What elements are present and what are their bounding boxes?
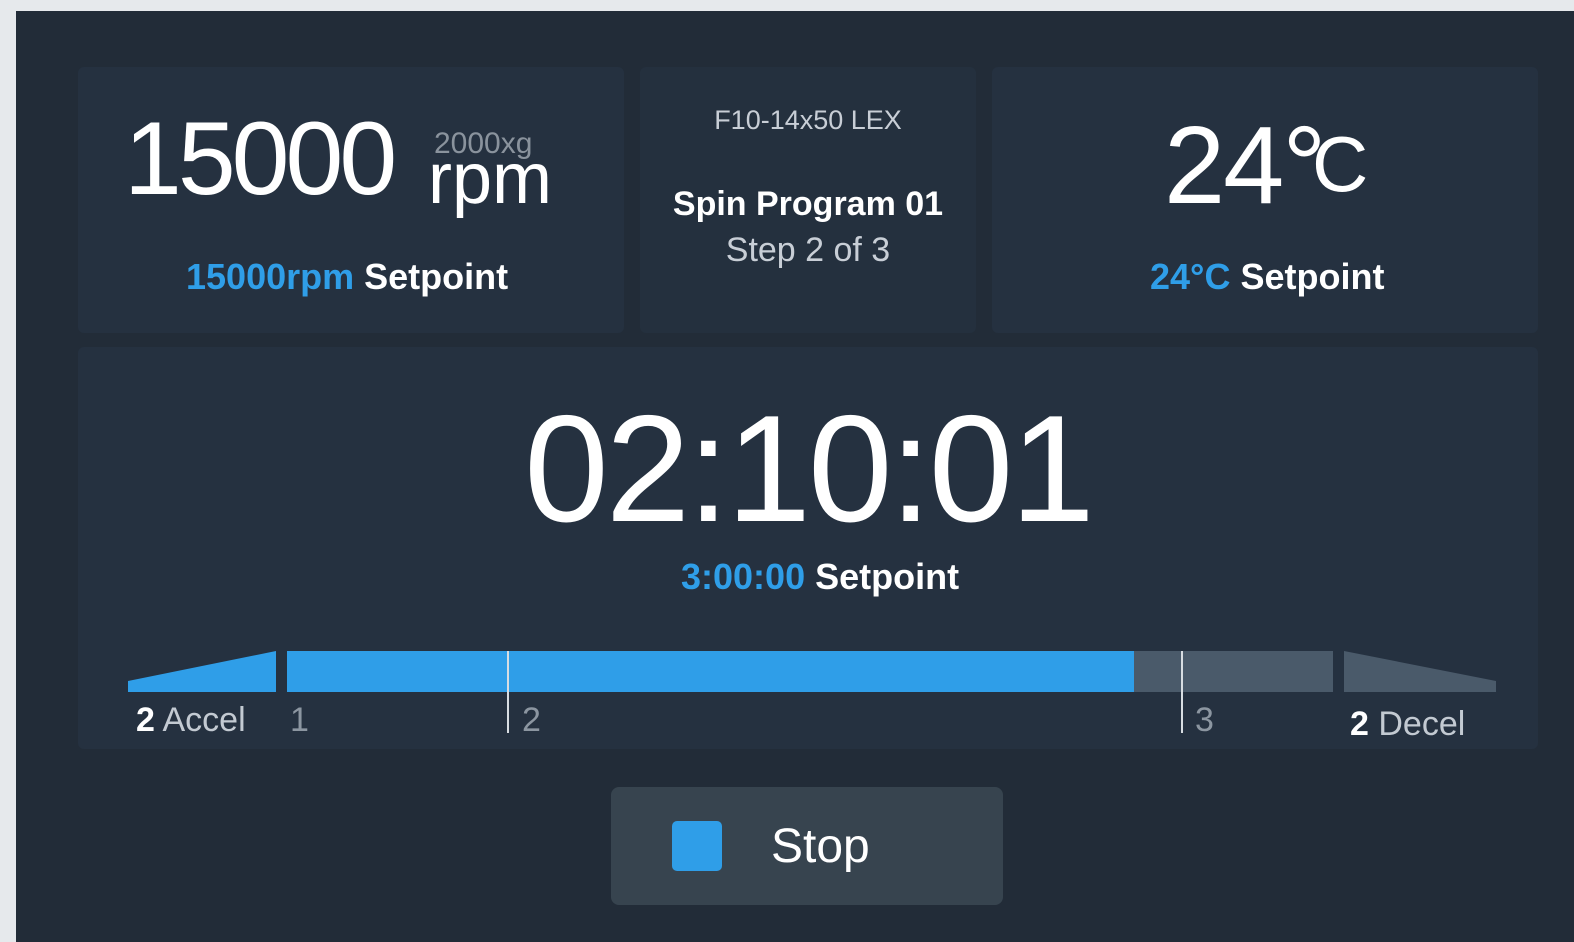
speed-panel[interactable]: 15000 2000xg rpm 15000rpm Setpoint [78, 67, 624, 333]
step-label-1: 1 [290, 701, 309, 739]
temperature-setpoint-label: Setpoint [1240, 256, 1385, 297]
accel-text: Accel [162, 701, 246, 739]
centrifuge-screen: 15000 2000xg rpm 15000rpm Setpoint F10-1… [16, 11, 1574, 942]
program-name: Spin Program 01 [672, 185, 944, 223]
step-label-3: 3 [1195, 701, 1214, 739]
stop-square-icon [672, 821, 722, 871]
rotor-name: F10-14x50 LEX [714, 105, 902, 135]
run-progress-bar [128, 651, 1496, 733]
stop-button-label: Stop [771, 820, 870, 873]
accel-label: 2 Accel [136, 703, 246, 737]
stop-button[interactable]: Stop [611, 787, 1003, 905]
speed-value: 15000 [124, 101, 397, 217]
accel-ramp [128, 651, 276, 692]
step-label-2: 2 [522, 701, 541, 739]
temperature-value: 24° [1164, 104, 1326, 227]
timer-panel[interactable]: 02:10:01 3:00:00 Setpoint 2 Accel 1 2 3 … [78, 347, 1538, 749]
decel-label: 2 Decel [1350, 707, 1465, 741]
accel-level: 2 [136, 701, 155, 739]
temperature-setpoint-value: 24°C [1150, 256, 1231, 297]
program-step: Step 2 of 3 [725, 231, 891, 269]
progress-done [287, 651, 1134, 692]
temperature-panel[interactable]: 24° C 24°C Setpoint [992, 67, 1538, 333]
temperature-setpoint: 24°C Setpoint [1150, 259, 1384, 295]
decel-level: 2 [1350, 705, 1369, 743]
speed-unit: rpm [428, 139, 552, 219]
decel-ramp [1344, 651, 1496, 692]
progress-remaining [1134, 651, 1333, 692]
speed-setpoint: 15000rpm Setpoint [186, 259, 508, 295]
temperature-unit: C [1312, 120, 1369, 208]
decel-text: Decel [1378, 705, 1466, 743]
program-panel[interactable]: F10-14x50 LEX Spin Program 01 Step 2 of … [640, 67, 976, 333]
speed-setpoint-value: 15000rpm [186, 256, 355, 297]
speed-setpoint-label: Setpoint [364, 256, 509, 297]
